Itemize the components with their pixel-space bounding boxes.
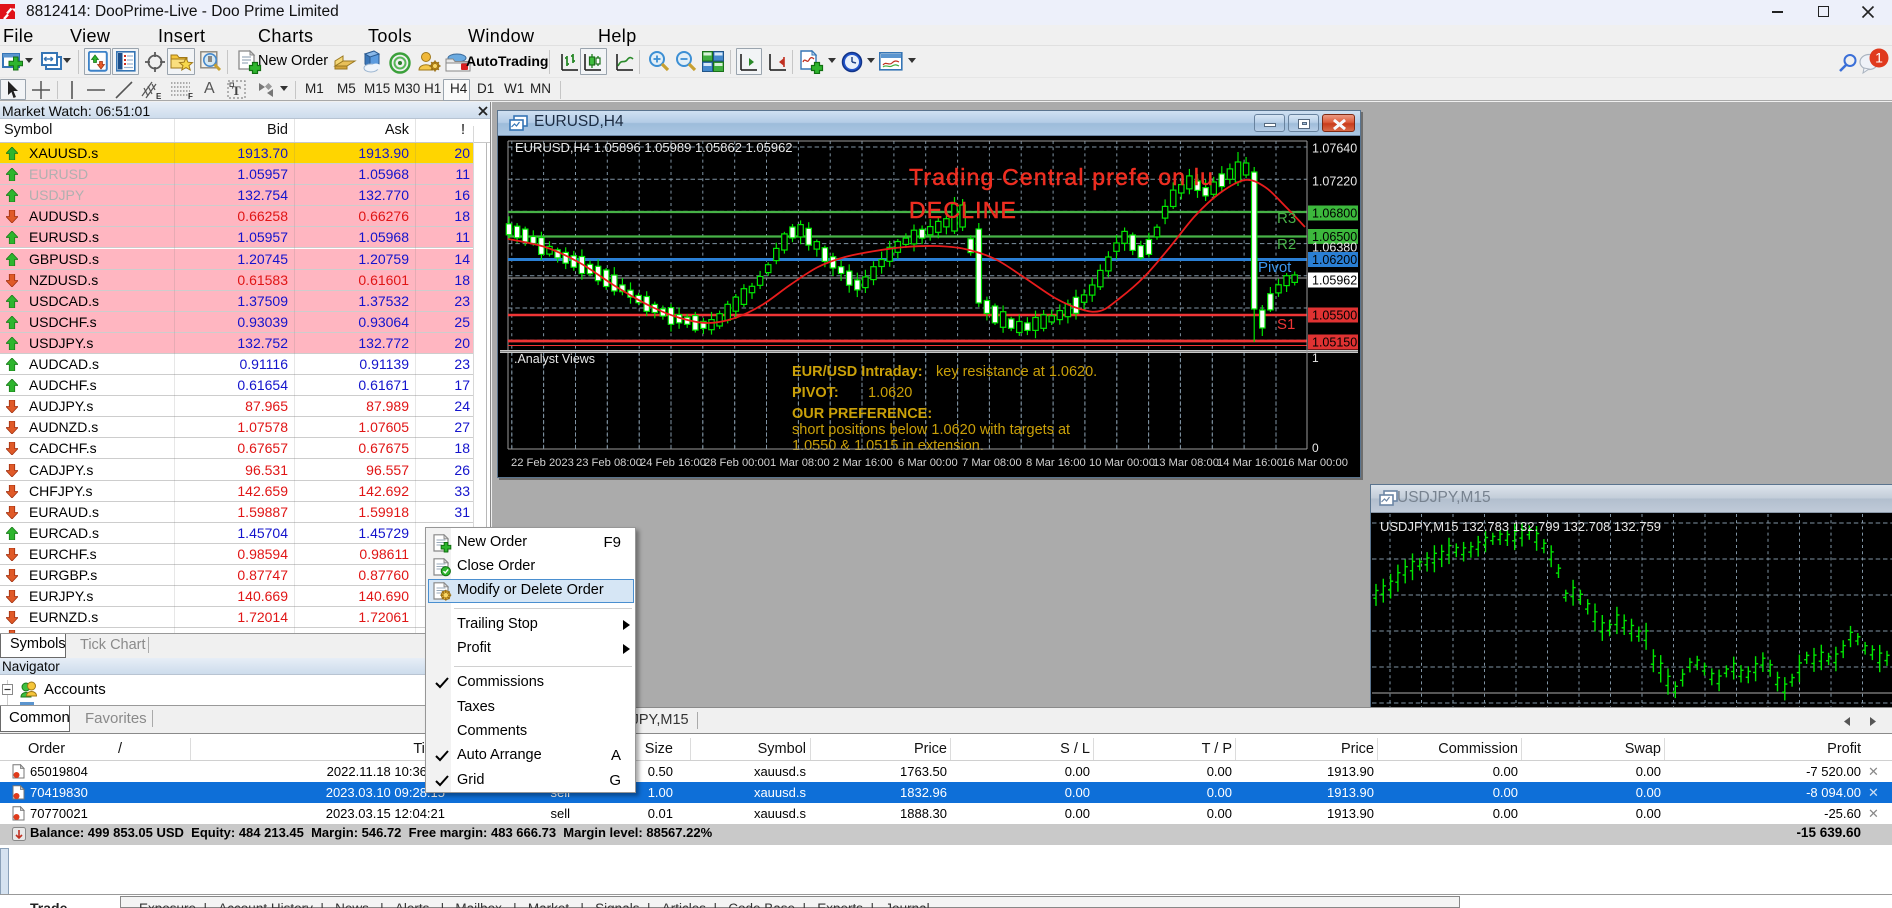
svg-text:EUR/USD Intraday:: EUR/USD Intraday: [792, 364, 923, 380]
svg-text:7 Mar 08:00: 7 Mar 08:00 [962, 457, 1022, 469]
svg-text:1.07640: 1.07640 [1312, 142, 1357, 156]
svg-text:1: 1 [1875, 50, 1883, 66]
svg-text:PIVOT:: PIVOT: [792, 385, 839, 401]
svg-text:Trading Central prefe on lu: Trading Central prefe on lu [909, 164, 1214, 190]
svg-text:1.05150: 1.05150 [1312, 336, 1357, 350]
svg-text:14 Mar 16:00: 14 Mar 16:00 [1217, 457, 1283, 469]
svg-text:R2: R2 [1277, 236, 1296, 253]
svg-text:EURUSD,H4 1.05896 1.05989 1.0: EURUSD,H4 1.05896 1.05989 1.05862 1.0596… [515, 140, 793, 155]
svg-text:Pivot: Pivot [1258, 259, 1292, 276]
svg-text:23 Feb 08:00: 23 Feb 08:00 [576, 457, 642, 469]
svg-text:USDJPY,M15 132.783 132.799 13: USDJPY,M15 132.783 132.799 132.708 132.7… [1380, 519, 1661, 534]
svg-text:28 Feb 00:00: 28 Feb 00:00 [704, 457, 770, 469]
svg-text:1.06200: 1.06200 [1312, 253, 1357, 267]
svg-text:.Analyst Views: .Analyst Views [514, 352, 595, 366]
svg-text:key resistance at 1.0620.: key resistance at 1.0620. [936, 364, 1097, 380]
svg-text:DECLINE: DECLINE [909, 197, 1017, 223]
svg-text:OUR PREFERENCE:: OUR PREFERENCE: [792, 406, 932, 422]
svg-text:10 Mar 00:00: 10 Mar 00:00 [1089, 457, 1155, 469]
svg-text:1.05500: 1.05500 [1312, 309, 1357, 323]
svg-text:R3: R3 [1277, 210, 1296, 227]
svg-text:1.0550 & 1.0515 in extension.: 1.0550 & 1.0515 in extension. [792, 438, 984, 454]
svg-text:short positions below 1.0620 w: short positions below 1.0620 with target… [792, 422, 1070, 438]
svg-text:8 Mar 16:00: 8 Mar 16:00 [1026, 457, 1086, 469]
svg-text:16 Mar 00:00: 16 Mar 00:00 [1282, 457, 1348, 469]
svg-text:2 Mar 16:00: 2 Mar 16:00 [833, 457, 893, 469]
svg-text:13 Mar 08:00: 13 Mar 08:00 [1153, 457, 1219, 469]
svg-text:1: 1 [1312, 351, 1319, 365]
svg-text:1.07220: 1.07220 [1312, 175, 1357, 189]
svg-text:6 Mar 00:00: 6 Mar 00:00 [898, 457, 958, 469]
svg-text:S1: S1 [1277, 316, 1295, 333]
svg-text:0: 0 [1312, 441, 1319, 455]
svg-text:1.06800: 1.06800 [1312, 207, 1357, 221]
svg-text:1 Mar 08:00: 1 Mar 08:00 [770, 457, 830, 469]
svg-text:24 Feb 16:00: 24 Feb 16:00 [640, 457, 706, 469]
svg-text:1.0620: 1.0620 [868, 385, 912, 401]
svg-text:22 Feb 2023: 22 Feb 2023 [511, 457, 574, 469]
svg-text:E: E [156, 92, 162, 100]
svg-text:F: F [188, 92, 193, 100]
svg-text:1.05962: 1.05962 [1312, 274, 1357, 288]
